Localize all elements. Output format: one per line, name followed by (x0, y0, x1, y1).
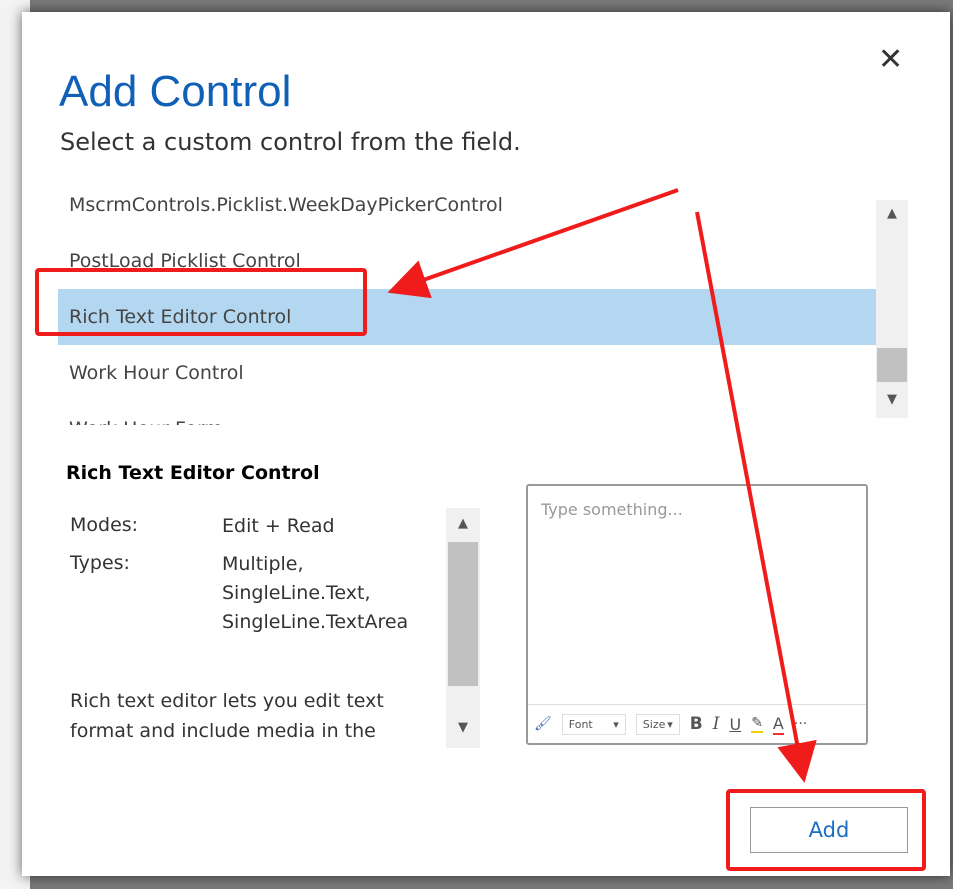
annotation-arrows (387, 188, 817, 783)
arrow-to-item (387, 188, 679, 299)
arrow-to-add (695, 211, 817, 783)
